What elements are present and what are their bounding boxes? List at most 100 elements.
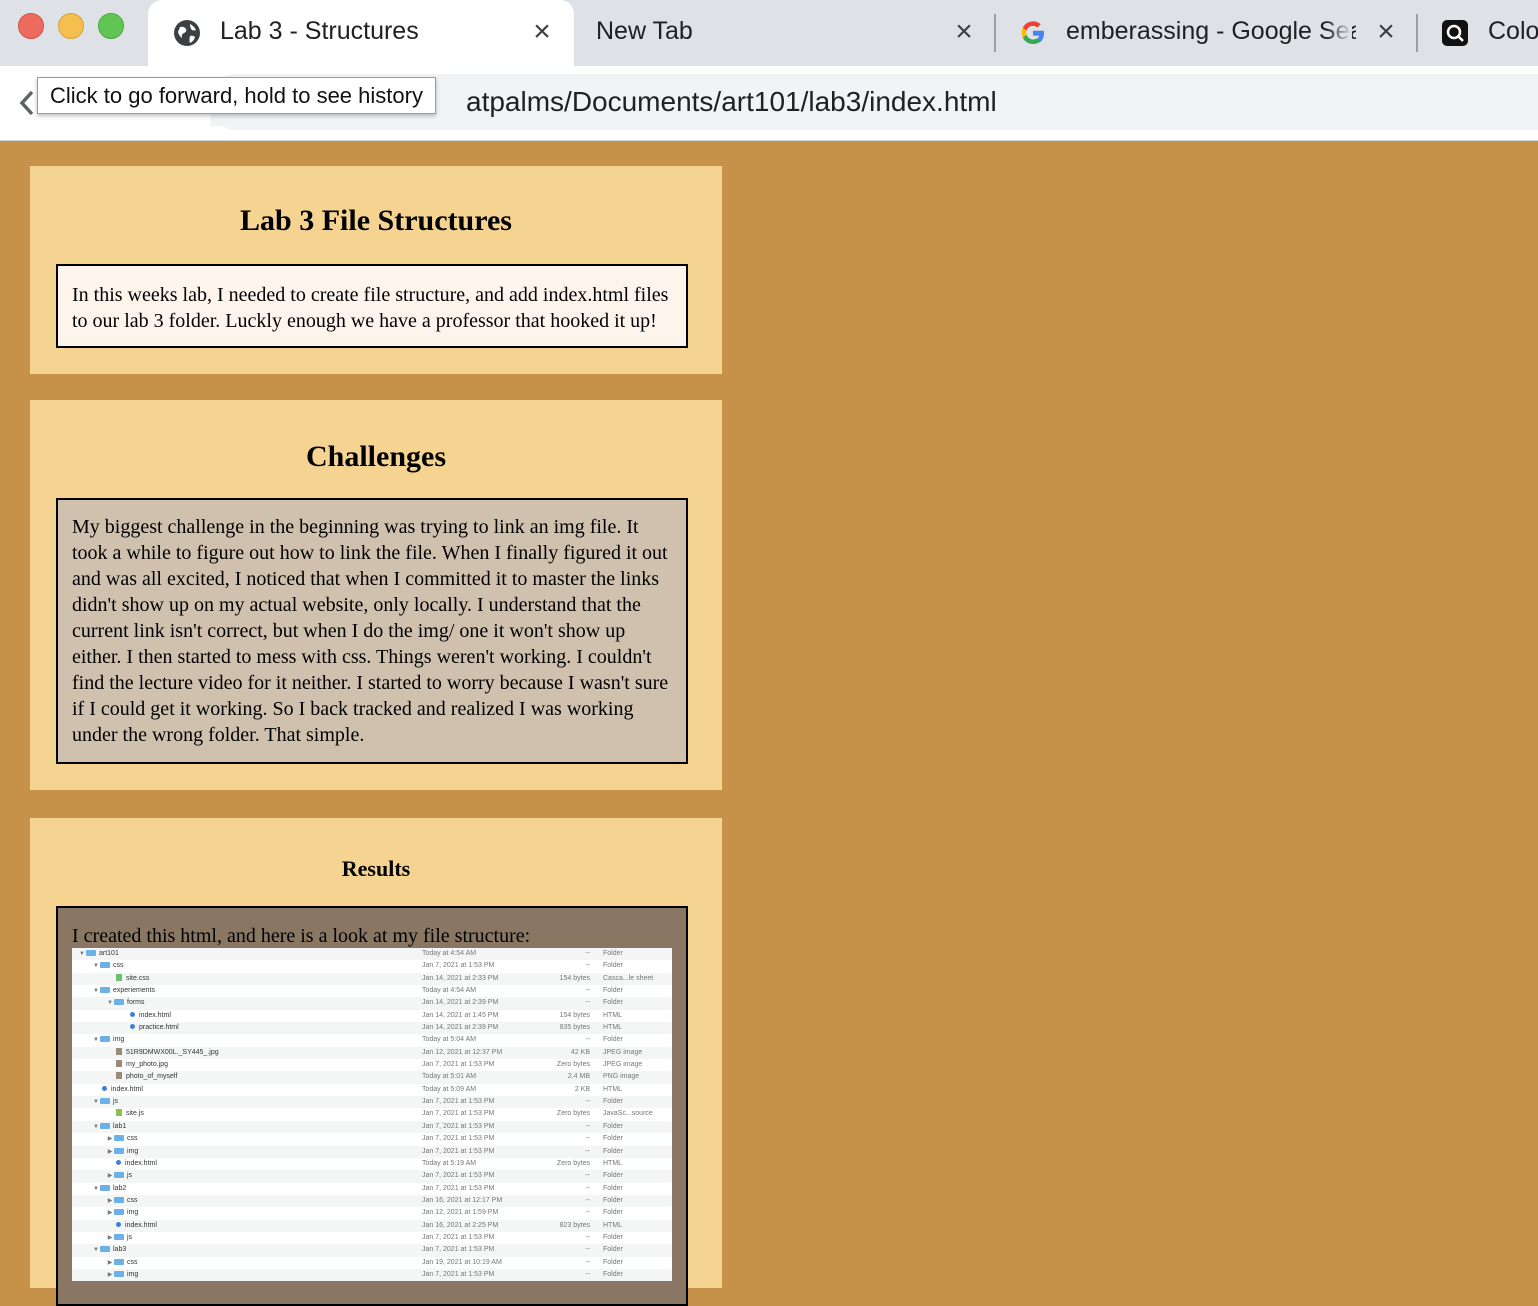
file-row: site.js Jan 7, 2021 at 1:53 PM Zero bytes J… [72,1108,672,1120]
file-size: -- [585,1184,590,1192]
file-kind: Folder [603,1172,623,1180]
disclosure-open-icon: ▼ [93,1185,99,1192]
file-name: ▼ experiements [72,985,155,997]
file-size: Zero bytes [556,1159,590,1167]
file-name-label: site.css [126,974,150,982]
file-kind: Folder [603,1098,623,1106]
page-title: Lab 3 File Structures [240,204,512,237]
file-size: -- [585,1172,590,1180]
results-section: Results I created this html, and here is… [30,818,722,1306]
file-size: 823 bytes [559,1221,590,1229]
folder-icon [114,1196,124,1203]
disclosure-open-icon: ▼ [93,1247,99,1254]
disclosure-closed-icon: ▶ [107,1259,113,1266]
folder-icon [100,1098,110,1105]
disclosure-closed-icon: ▶ [107,1173,113,1180]
file-kind: HTML [603,1011,623,1019]
file-row: ▼ forms Jan 14, 2021 at 2:39 PM -- Folder [72,997,672,1010]
file-kind: Folder [603,1184,623,1192]
file-size: -- [585,1122,590,1130]
file-name-label: js [127,1233,133,1241]
folder-icon [100,987,110,994]
disclosure-closed-icon: ▶ [107,1136,113,1143]
intro-section: Lab 3 File Structures In this weeks lab,… [30,166,722,374]
close-tab-icon[interactable]: × [950,17,978,47]
tab-google-search[interactable]: emberassing - Google Search × [996,0,1416,66]
file-kind: HTML [603,1085,623,1093]
file-name: site.js [72,1108,144,1120]
tab-title: New Tab [596,17,693,45]
file-name: ▶ img [72,1207,138,1219]
file-size: -- [585,1098,590,1106]
file-kind: Folder [603,987,623,995]
close-tab-icon[interactable]: × [528,17,556,47]
disclosure-open-icon: ▼ [93,988,99,995]
file-name-label: site.js [126,1110,144,1118]
file-date: Today at 4:54 AM [422,987,477,995]
folder-icon [100,962,110,969]
tab-lab3-structures[interactable]: Lab 3 - Structures × [148,0,574,66]
file-row: 51R9DMWX00L._SY445_.jpg Jan 12, 2021 at 1… [72,1046,672,1060]
file-kind: HTML [603,1159,623,1167]
file-row: ▼ js Jan 7, 2021 at 1:53 PM -- Folder [72,1096,672,1109]
file-name: index.html [72,1158,157,1170]
file-date: Jan 7, 2021 at 1:53 PM [422,1098,495,1106]
file-size: -- [585,1196,590,1204]
close-tab-icon[interactable]: × [1372,17,1400,47]
html-file-icon [116,1221,121,1227]
disclosure-open-icon: ▼ [93,963,99,970]
file-name: photo_of_myself [72,1071,177,1083]
tab-new-tab[interactable]: New Tab × [574,0,994,66]
file-size: 42 KB [570,1048,590,1056]
file-name-label: index.html [125,1159,157,1167]
folder-icon [114,1233,124,1240]
disclosure-open-icon: ▼ [93,1037,99,1044]
file-date: Jan 16, 2021 at 12:17 PM [422,1196,503,1204]
html-file-icon [102,1085,107,1091]
file-row: ▶ css Jan 19, 2021 at 10:19 AM -- Folder [72,1257,672,1269]
file-size: -- [585,999,590,1007]
file-kind: Folder [603,1246,623,1254]
file-kind: Folder [603,1036,623,1044]
file-date: Jan 7, 2021 at 1:53 PM [422,1246,495,1254]
app-icon [1442,20,1468,46]
file-size: 154 bytes [559,974,590,982]
file-row: ▶ js Jan 7, 2021 at 1:53 PM -- Folder [72,1170,672,1183]
tab-title: Lab 3 - Structures [220,17,419,45]
file-kind: PNG image [603,1073,640,1081]
folder-icon [114,999,124,1006]
file-name: ▼ lab2 [72,1183,126,1195]
file-date: Jan 7, 2021 at 1:53 PM [422,1135,495,1143]
file-name: ▼ js [72,1096,118,1108]
img-file-icon [116,1072,122,1080]
minimize-window-button[interactable] [58,13,84,39]
file-structure-screenshot: ▼ art101 Today at 4:54 AM -- Folder ▼ css Jan 7… [72,948,672,1282]
file-date: Jan 7, 2021 at 1:53 PM [422,1270,495,1278]
tab-colo[interactable]: Colo [1418,0,1538,66]
file-name-label: js [113,1098,119,1106]
address-bar-url[interactable]: atpalms/Documents/art101/lab3/index.html [466,86,997,118]
file-name: ▼ css [72,960,124,972]
file-row: ▶ img Jan 7, 2021 at 1:53 PM -- Folder [72,1145,672,1158]
folder-icon [100,1184,110,1191]
intro-text: In this weeks lab, I needed to create fi… [56,264,688,348]
css-file-icon [116,973,122,981]
file-size: Zero bytes [556,1110,590,1118]
close-window-button[interactable] [18,13,44,39]
tab-title: Colo [1488,17,1538,45]
file-name-label: css [127,1258,138,1266]
globe-icon [174,20,200,46]
zoom-window-button[interactable] [98,13,124,39]
file-size: 2 KB [574,1085,590,1093]
file-kind: Folder [603,1122,623,1130]
file-name-label: art101 [99,950,119,957]
file-name-label: experiements [113,987,156,995]
file-name: site.css [72,973,149,985]
folder-icon [114,1172,124,1179]
file-name-label: index.html [111,1085,143,1093]
file-kind: Folder [603,1147,623,1155]
folder-icon [100,1036,110,1043]
file-row: ▶ img Jan 12, 2021 at 1:59 PM -- Folder [72,1207,672,1219]
forward-button-tooltip: Click to go forward, hold to see history [37,77,436,114]
file-name-label: img [127,1209,139,1217]
